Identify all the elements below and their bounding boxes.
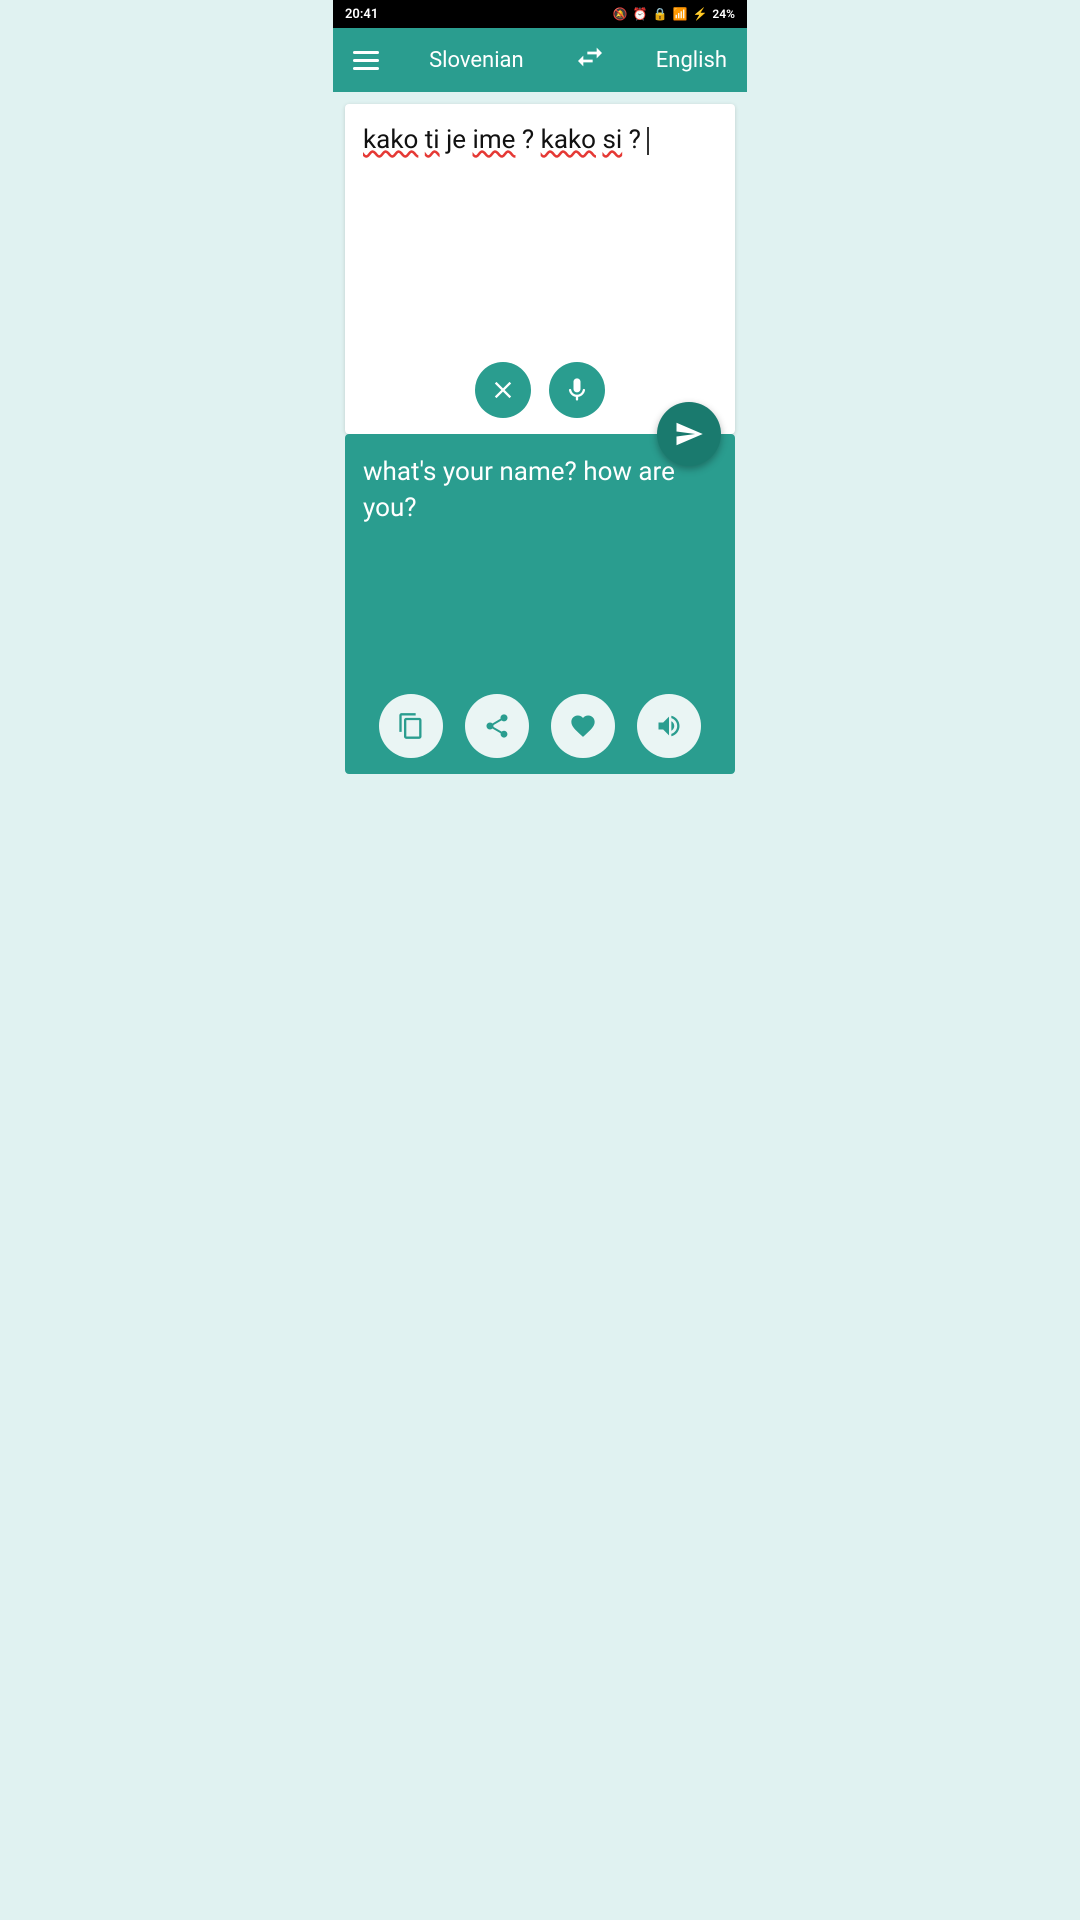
- share-icon: [483, 712, 511, 740]
- send-icon: [674, 419, 704, 449]
- signal-icon: 📶: [673, 7, 688, 21]
- alarm-icon: ⏰: [633, 7, 648, 21]
- heart-icon: [569, 712, 597, 740]
- microphone-button[interactable]: [549, 362, 605, 418]
- speak-button[interactable]: [637, 694, 701, 758]
- target-language-selector[interactable]: English: [656, 48, 727, 73]
- share-button[interactable]: [465, 694, 529, 758]
- word-ime: ime: [473, 125, 516, 155]
- source-language-selector[interactable]: Slovenian: [429, 48, 524, 73]
- hamburger-icon: [353, 59, 379, 62]
- punct2: ?: [629, 125, 641, 155]
- status-time: 20:41: [345, 7, 378, 22]
- speaker-icon: [655, 712, 683, 740]
- status-bar: 20:41 🔕 ⏰ 🔒 📶 ⚡ 24%: [333, 0, 747, 28]
- swap-languages-button[interactable]: [574, 41, 606, 80]
- copy-icon: [397, 712, 425, 740]
- word-kako2: kako: [541, 125, 596, 155]
- word-kako1: kako: [363, 125, 418, 155]
- close-icon: [489, 376, 517, 404]
- hamburger-icon: [353, 67, 379, 70]
- favorite-button[interactable]: [551, 694, 615, 758]
- status-icons: 🔕 ⏰ 🔒 📶 ⚡ 24%: [613, 7, 735, 21]
- mute-icon: 🔕: [613, 7, 628, 21]
- menu-button[interactable]: [353, 51, 379, 70]
- copy-button[interactable]: [379, 694, 443, 758]
- hamburger-icon: [353, 51, 379, 54]
- microphone-icon: [563, 376, 591, 404]
- translation-card: what's your name? how are you?: [345, 434, 735, 774]
- toolbar: Slovenian English: [333, 28, 747, 92]
- main-content: kako ti je ime ? kako si ?: [333, 92, 747, 786]
- clear-button[interactable]: [475, 362, 531, 418]
- swap-icon: [574, 41, 606, 73]
- translate-button[interactable]: [657, 402, 721, 466]
- translation-action-buttons: [345, 694, 735, 758]
- word-ti: ti: [425, 125, 440, 155]
- word-je: je: [446, 125, 466, 155]
- sync-icon: 🔒: [653, 7, 668, 21]
- source-card: kako ti je ime ? kako si ?: [345, 104, 735, 434]
- charging-icon: ⚡: [692, 7, 707, 21]
- translation-text: what's your name? how are you?: [363, 454, 717, 527]
- word-si: si: [602, 125, 622, 155]
- battery-level: 24%: [712, 7, 735, 21]
- punct1: ?: [522, 125, 541, 155]
- text-cursor: [647, 127, 649, 155]
- source-text-display[interactable]: kako ti je ime ? kako si ?: [363, 122, 717, 158]
